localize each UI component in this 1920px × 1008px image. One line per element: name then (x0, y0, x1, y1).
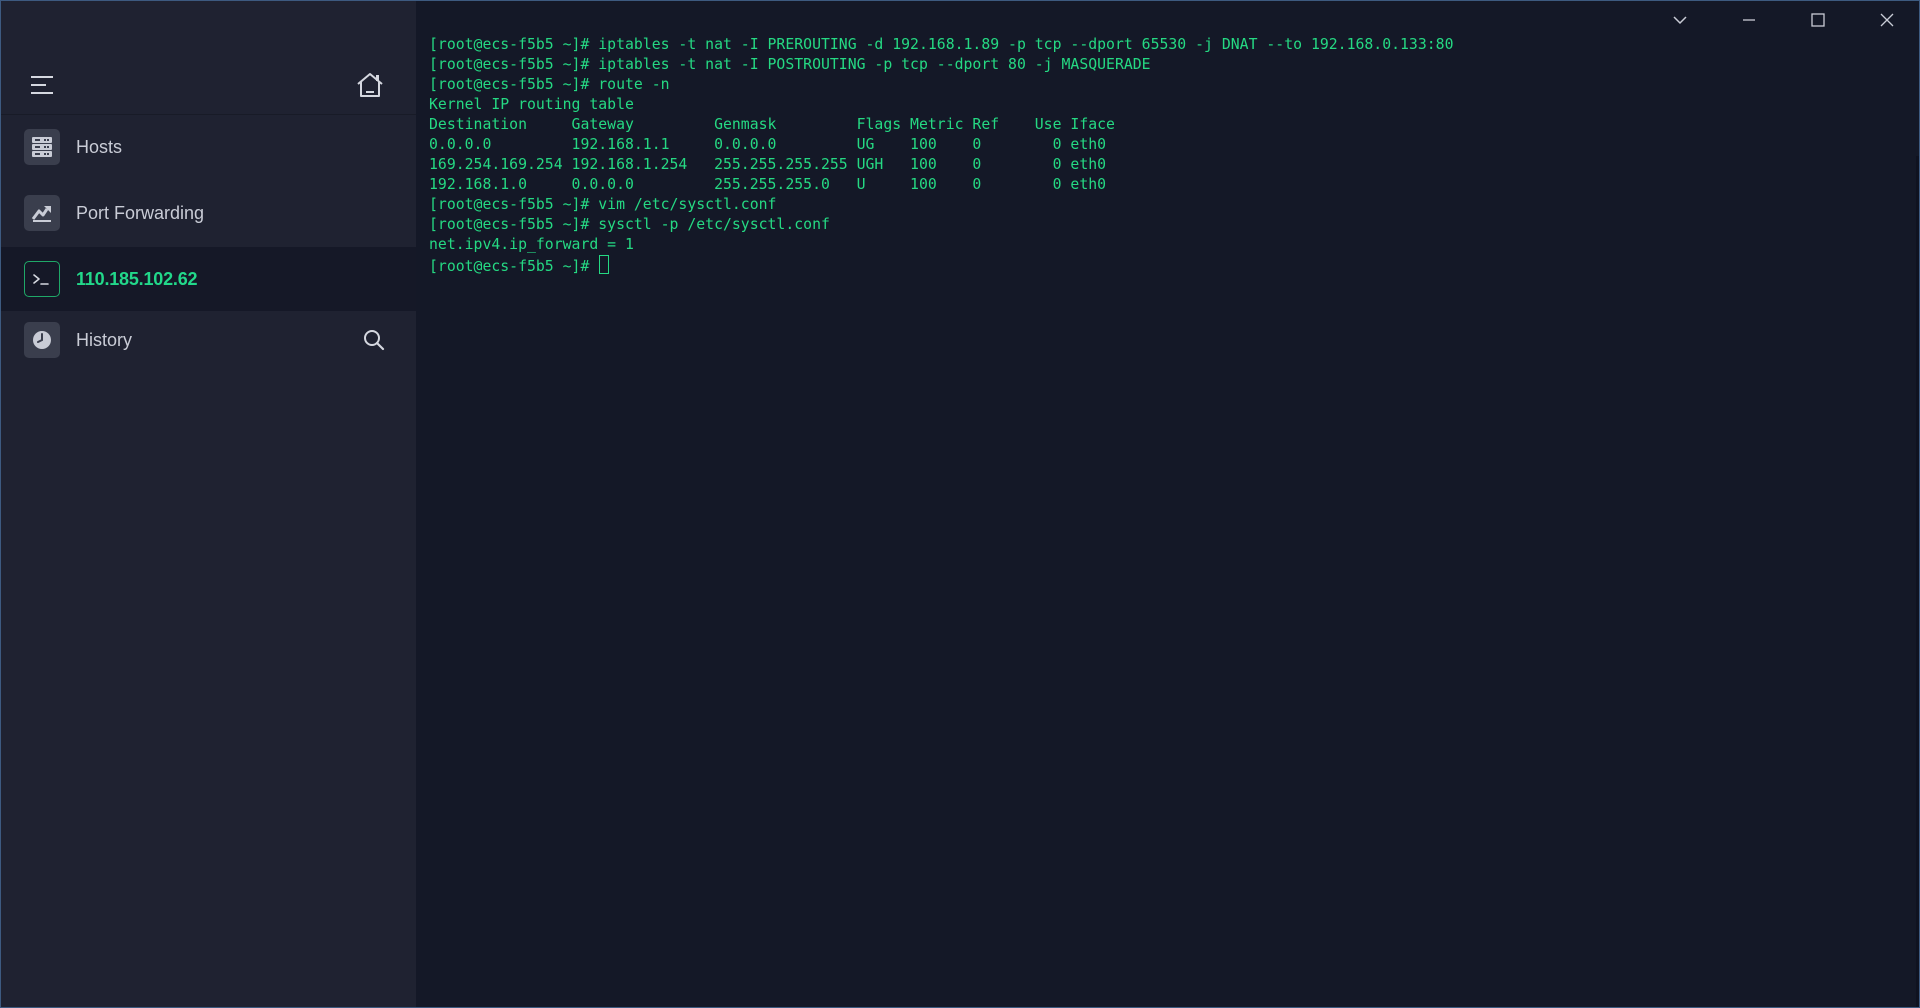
terminal-line: [root@ecs-f5b5 ~]# route -n (429, 76, 670, 93)
terminal-line: 169.254.169.254 192.168.1.254 255.255.25… (429, 156, 1107, 173)
port-forwarding-icon (24, 195, 60, 231)
terminal-prompt: [root@ecs-f5b5 ~]# (429, 258, 599, 275)
dropdown-chevron-icon[interactable] (1657, 5, 1703, 35)
terminal-output: [root@ecs-f5b5 ~]# iptables -t nat -I PR… (429, 35, 1453, 275)
terminal-pane[interactable]: [root@ecs-f5b5 ~]# iptables -t nat -I PR… (416, 1, 1919, 1007)
hamburger-menu-icon[interactable] (29, 74, 57, 96)
terminal-icon (24, 261, 60, 297)
home-icon[interactable] (354, 70, 386, 100)
server-icon (24, 129, 60, 165)
sidebar-item-hosts[interactable]: Hosts (1, 115, 416, 179)
maximize-icon[interactable] (1795, 5, 1841, 35)
close-icon[interactable] (1864, 5, 1910, 35)
terminal-scrollbar[interactable] (1916, 156, 1919, 1007)
terminal-line: net.ipv4.ip_forward = 1 (429, 236, 634, 253)
terminal-line: Destination Gateway Genmask Flags Metric… (429, 116, 1115, 133)
history-icon (24, 322, 60, 358)
terminal-cursor (599, 255, 610, 274)
sidebar-item-label: 110.185.102.62 (76, 269, 198, 289)
terminal-line: [root@ecs-f5b5 ~]# sysctl -p /etc/sysctl… (429, 216, 830, 233)
app-window: Hosts Port Forwarding 110.185.102.62 His… (0, 0, 1920, 1008)
sidebar-item-label: Hosts (76, 137, 123, 157)
terminal-line: [root@ecs-f5b5 ~]# iptables -t nat -I PO… (429, 56, 1151, 73)
minimize-icon[interactable] (1726, 5, 1772, 35)
sidebar-item-active-session[interactable]: 110.185.102.62 (1, 247, 416, 311)
terminal-line: [root@ecs-f5b5 ~]# iptables -t nat -I PR… (429, 36, 1454, 53)
sidebar-header (1, 1, 416, 115)
terminal-line: [root@ecs-f5b5 ~]# vim /etc/sysctl.conf (429, 196, 777, 213)
terminal-prompt-line[interactable]: [root@ecs-f5b5 ~]# (429, 255, 1453, 275)
sidebar-item-port-forwarding[interactable]: Port Forwarding (1, 181, 416, 245)
sidebar-item-label: Port Forwarding (76, 203, 205, 223)
terminal-line: 192.168.1.0 0.0.0.0 255.255.255.0 U 100 … (429, 176, 1107, 193)
sidebar-item-history[interactable]: History (1, 308, 416, 372)
terminal-line: 0.0.0.0 192.168.1.1 0.0.0.0 UG 100 0 0 e… (429, 136, 1107, 153)
sidebar-item-label: History (76, 330, 133, 350)
search-icon[interactable] (362, 328, 386, 352)
sidebar: Hosts Port Forwarding 110.185.102.62 His… (1, 1, 416, 1007)
terminal-line: Kernel IP routing table (429, 96, 634, 113)
